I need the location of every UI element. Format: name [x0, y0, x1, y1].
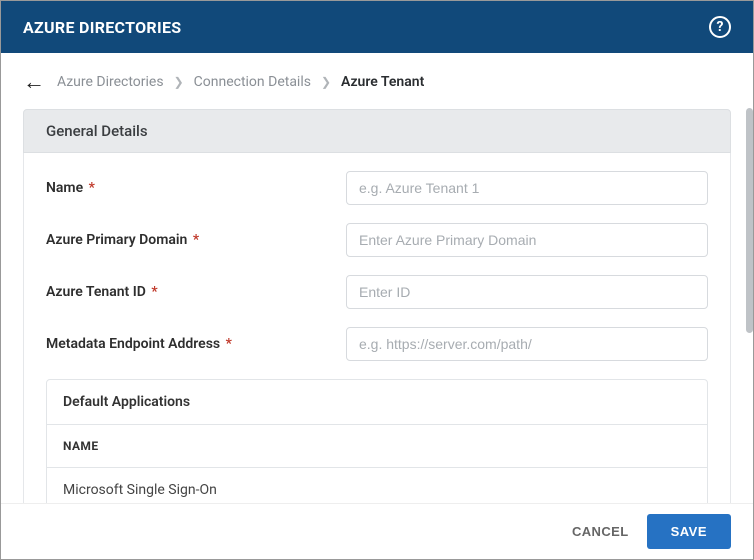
section-header-general: General Details: [23, 109, 731, 153]
label-metadata: Metadata Endpoint Address *: [46, 336, 346, 352]
section-body-general: Name * Azure Primary Domain * Azure Tena…: [23, 153, 731, 503]
back-arrow-icon[interactable]: ←: [23, 69, 45, 95]
chevron-right-icon: ❯: [321, 75, 331, 89]
required-marker: *: [189, 232, 199, 248]
help-icon[interactable]: ?: [709, 16, 731, 38]
scrollbar-thumb[interactable]: [746, 108, 753, 333]
form-row-primary-domain: Azure Primary Domain *: [46, 223, 708, 257]
form-row-metadata: Metadata Endpoint Address *: [46, 327, 708, 361]
chevron-right-icon: ❯: [174, 75, 184, 89]
tenant-id-input[interactable]: [346, 275, 708, 309]
table-row: Microsoft Single Sign-On: [47, 468, 707, 503]
metadata-input[interactable]: [346, 327, 708, 361]
name-input[interactable]: [346, 171, 708, 205]
breadcrumb-row: ← Azure Directories ❯ Connection Details…: [1, 53, 753, 109]
primary-domain-input[interactable]: [346, 223, 708, 257]
cancel-button[interactable]: CANCEL: [572, 524, 629, 539]
table-column-name: NAME: [47, 425, 707, 468]
breadcrumb: Azure Directories ❯ Connection Details ❯…: [57, 74, 424, 90]
breadcrumb-connection-details[interactable]: Connection Details: [194, 74, 311, 90]
breadcrumb-azure-tenant: Azure Tenant: [341, 74, 424, 90]
form-row-name: Name *: [46, 171, 708, 205]
modal-container: AZURE DIRECTORIES ? ← Azure Directories …: [0, 0, 754, 560]
save-button[interactable]: SAVE: [647, 514, 731, 549]
required-marker: *: [85, 180, 95, 196]
required-marker: *: [222, 336, 232, 352]
breadcrumb-azure-directories[interactable]: Azure Directories: [57, 74, 164, 90]
header-title: AZURE DIRECTORIES: [23, 18, 181, 37]
label-name: Name *: [46, 180, 346, 196]
label-primary-domain: Azure Primary Domain *: [46, 232, 346, 248]
form-row-tenant-id: Azure Tenant ID *: [46, 275, 708, 309]
default-applications-header: Default Applications: [47, 380, 707, 425]
label-tenant-id: Azure Tenant ID *: [46, 284, 346, 300]
modal-footer: CANCEL SAVE: [1, 503, 753, 559]
default-applications-box: Default Applications NAME Microsoft Sing…: [46, 379, 708, 503]
modal-header: AZURE DIRECTORIES ?: [1, 1, 753, 53]
required-marker: *: [148, 284, 158, 300]
content-scroll-area[interactable]: General Details Name * Azure Primary Dom…: [1, 109, 753, 503]
